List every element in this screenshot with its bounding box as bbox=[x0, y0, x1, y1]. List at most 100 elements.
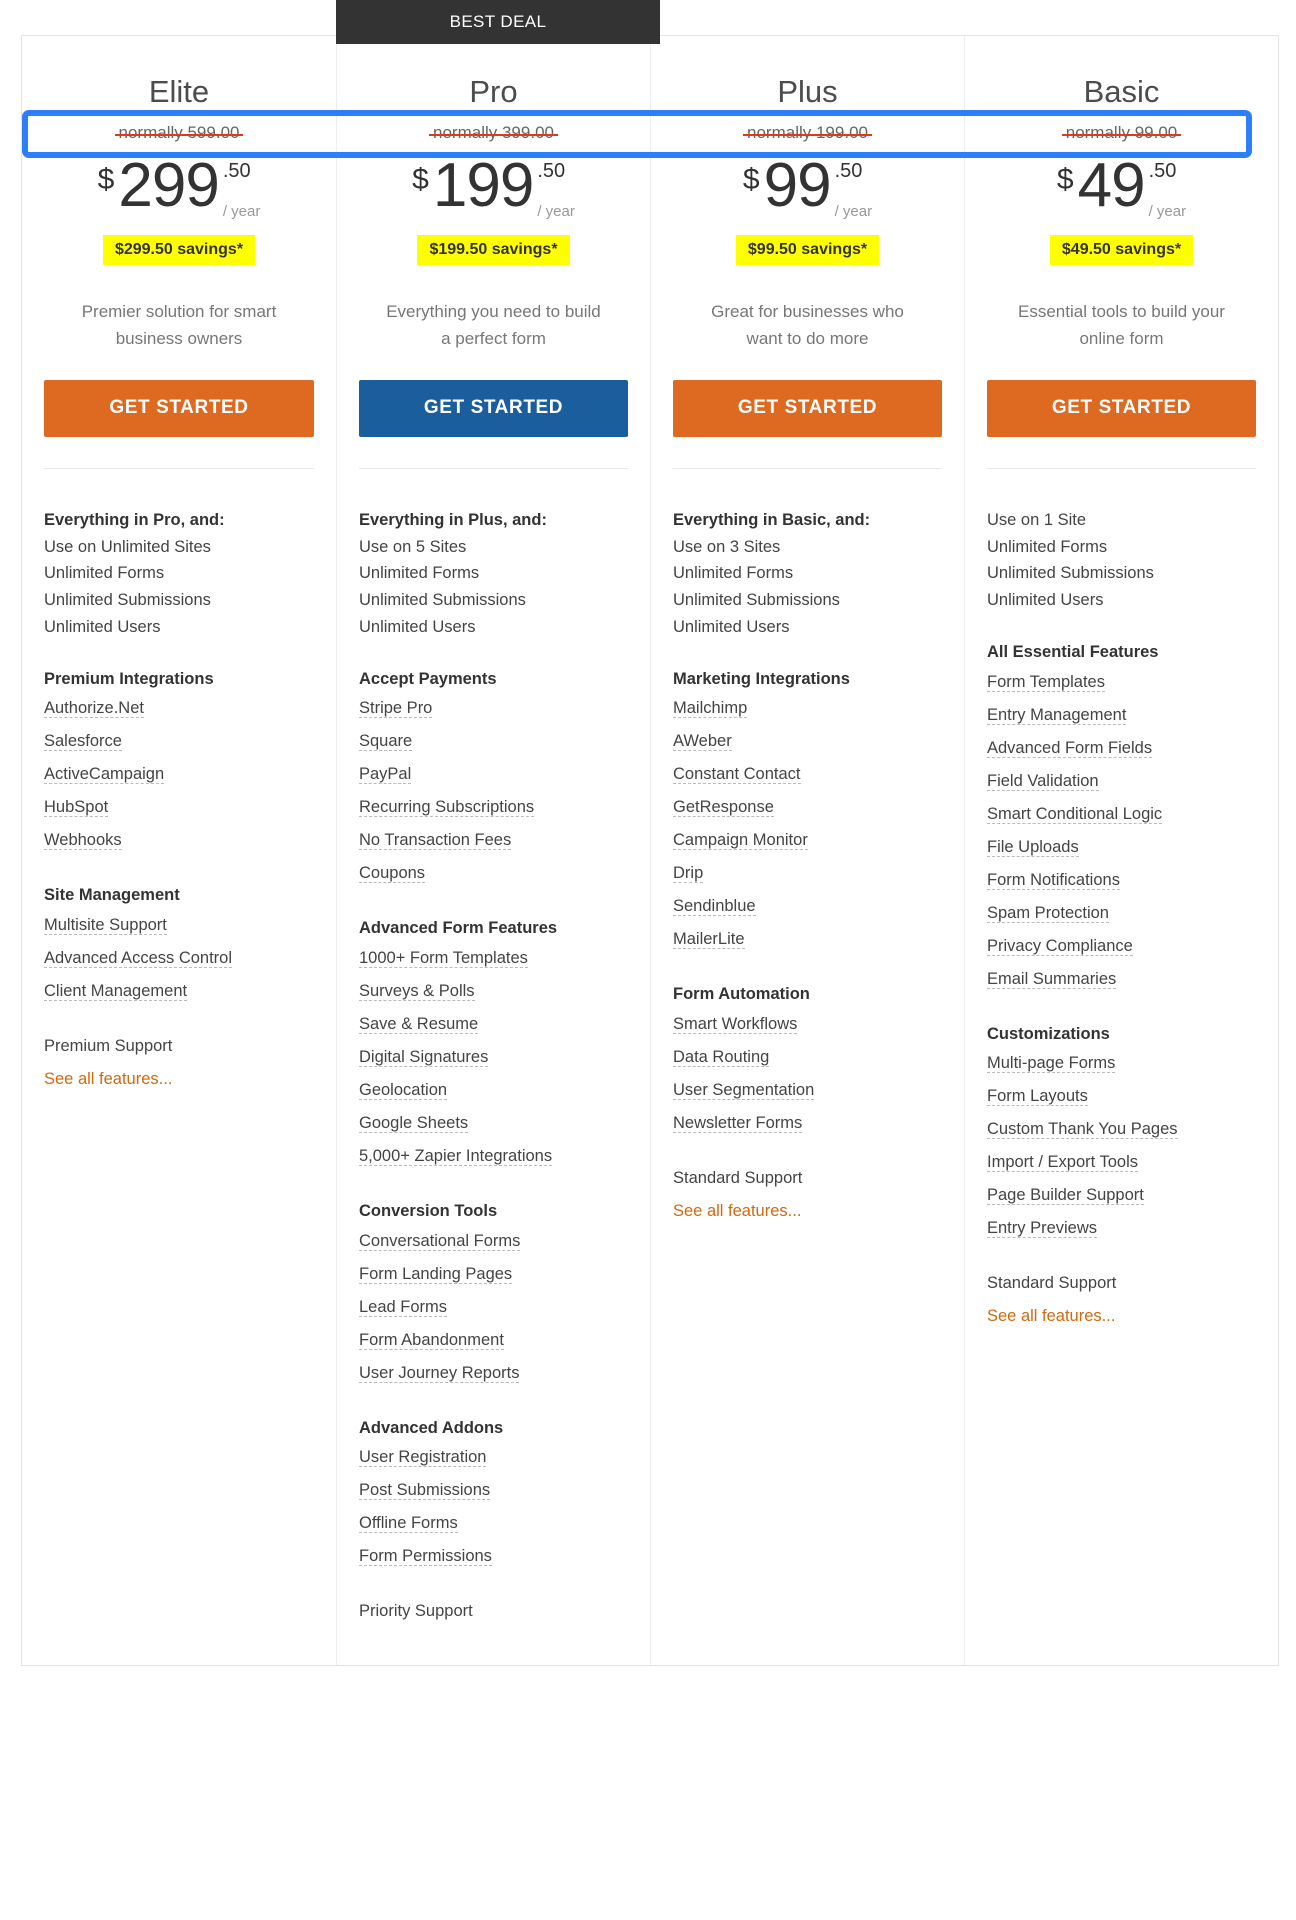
feature-item-tooltip[interactable]: Advanced Form Fields bbox=[987, 732, 1256, 765]
feature-item-tooltip[interactable]: Entry Management bbox=[987, 699, 1256, 732]
feature-item-tooltip[interactable]: Mailchimp bbox=[673, 692, 942, 725]
feature-item-label[interactable]: Google Sheets bbox=[359, 1114, 469, 1133]
feature-item-label[interactable]: Entry Previews bbox=[987, 1219, 1098, 1239]
feature-item-tooltip[interactable]: Form Permissions bbox=[359, 1540, 628, 1573]
feature-item-label[interactable]: Conversational Forms bbox=[359, 1231, 521, 1251]
feature-item-tooltip[interactable]: Authorize.Net bbox=[44, 692, 314, 725]
feature-item-label[interactable]: Geolocation bbox=[359, 1081, 448, 1100]
feature-item-tooltip[interactable]: Constant Contact bbox=[673, 758, 942, 791]
feature-item-tooltip[interactable]: Lead Forms bbox=[359, 1291, 628, 1324]
feature-item-label[interactable]: Advanced Access Control bbox=[44, 949, 233, 968]
feature-item-label[interactable]: User Registration bbox=[359, 1448, 487, 1468]
feature-item-tooltip[interactable]: Privacy Compliance bbox=[987, 930, 1256, 963]
see-all-features-link[interactable]: See all features... bbox=[673, 1202, 801, 1221]
feature-item-label[interactable]: Square bbox=[359, 732, 413, 752]
feature-item-tooltip[interactable]: 1000+ Form Templates bbox=[359, 942, 628, 975]
feature-item-label[interactable]: Form Notifications bbox=[987, 870, 1120, 890]
feature-item-tooltip[interactable]: Surveys & Polls bbox=[359, 975, 628, 1008]
feature-item-label[interactable]: GetResponse bbox=[673, 798, 774, 818]
feature-item-label[interactable]: Stripe Pro bbox=[359, 699, 433, 719]
feature-item-tooltip[interactable]: Campaign Monitor bbox=[673, 824, 942, 857]
feature-item-label[interactable]: Smart Workflows bbox=[673, 1015, 798, 1034]
feature-item-label[interactable]: Multi-page Forms bbox=[987, 1054, 1116, 1074]
feature-item-tooltip[interactable]: Form Abandonment bbox=[359, 1324, 628, 1357]
feature-item-tooltip[interactable]: 5,000+ Zapier Integrations bbox=[359, 1140, 628, 1173]
feature-item-tooltip[interactable]: AWeber bbox=[673, 725, 942, 758]
feature-item-tooltip[interactable]: Offline Forms bbox=[359, 1507, 628, 1540]
feature-item-tooltip[interactable]: Geolocation bbox=[359, 1074, 628, 1107]
feature-item-tooltip[interactable]: Form Templates bbox=[987, 666, 1256, 699]
feature-item-label[interactable]: Drip bbox=[673, 864, 704, 884]
feature-item-tooltip[interactable]: Field Validation bbox=[987, 765, 1256, 798]
feature-item-label[interactable]: Lead Forms bbox=[359, 1297, 448, 1317]
feature-item-label[interactable]: ActiveCampaign bbox=[44, 765, 165, 785]
feature-item-label[interactable]: Smart Conditional Logic bbox=[987, 804, 1163, 824]
feature-item-label[interactable]: 1000+ Form Templates bbox=[359, 949, 528, 968]
feature-item-tooltip[interactable]: Form Layouts bbox=[987, 1080, 1256, 1113]
feature-item-label[interactable]: Form Templates bbox=[987, 672, 1105, 692]
feature-item-label[interactable]: MailerLite bbox=[673, 930, 745, 950]
feature-item-tooltip[interactable]: Post Submissions bbox=[359, 1474, 628, 1507]
feature-item-tooltip[interactable]: Save & Resume bbox=[359, 1008, 628, 1041]
feature-item-tooltip[interactable]: Form Notifications bbox=[987, 864, 1256, 897]
feature-item-label[interactable]: Field Validation bbox=[987, 771, 1099, 791]
feature-item-label[interactable]: Import / Export Tools bbox=[987, 1153, 1139, 1173]
feature-item-tooltip[interactable]: Advanced Access Control bbox=[44, 942, 314, 975]
feature-item-tooltip[interactable]: Google Sheets bbox=[359, 1107, 628, 1140]
feature-item-label[interactable]: Form Landing Pages bbox=[359, 1264, 513, 1284]
feature-item-tooltip[interactable]: Salesforce bbox=[44, 725, 314, 758]
feature-item-tooltip[interactable]: Multisite Support bbox=[44, 909, 314, 942]
feature-item-label[interactable]: Webhooks bbox=[44, 831, 122, 851]
feature-item-tooltip[interactable]: File Uploads bbox=[987, 831, 1256, 864]
feature-item-tooltip[interactable]: Smart Conditional Logic bbox=[987, 798, 1256, 831]
feature-item-tooltip[interactable]: User Journey Reports bbox=[359, 1357, 628, 1390]
feature-item-label[interactable]: Form Permissions bbox=[359, 1547, 492, 1567]
see-all-features-link[interactable]: See all features... bbox=[44, 1070, 172, 1089]
feature-item-label[interactable]: Form Layouts bbox=[987, 1087, 1088, 1107]
feature-item-tooltip[interactable]: PayPal bbox=[359, 758, 628, 791]
feature-item-label[interactable]: Data Routing bbox=[673, 1048, 770, 1067]
feature-item-tooltip[interactable]: Recurring Subscriptions bbox=[359, 791, 628, 824]
feature-item-label[interactable]: Salesforce bbox=[44, 732, 122, 752]
feature-item-label[interactable]: PayPal bbox=[359, 765, 412, 785]
feature-item-tooltip[interactable]: Stripe Pro bbox=[359, 692, 628, 725]
feature-item-tooltip[interactable]: Data Routing bbox=[673, 1041, 942, 1074]
feature-item-tooltip[interactable]: User Segmentation bbox=[673, 1074, 942, 1107]
feature-item-label[interactable]: HubSpot bbox=[44, 798, 109, 818]
feature-item-tooltip[interactable]: Square bbox=[359, 725, 628, 758]
feature-item-label[interactable]: Email Summaries bbox=[987, 969, 1117, 989]
feature-item-label[interactable]: Post Submissions bbox=[359, 1481, 491, 1501]
feature-item-tooltip[interactable]: Spam Protection bbox=[987, 897, 1256, 930]
feature-item-tooltip[interactable]: No Transaction Fees bbox=[359, 824, 628, 857]
feature-item-label[interactable]: Spam Protection bbox=[987, 903, 1109, 923]
feature-item-tooltip[interactable]: Drip bbox=[673, 857, 942, 890]
feature-item-tooltip[interactable]: Webhooks bbox=[44, 824, 314, 857]
get-started-button[interactable]: GET STARTED bbox=[44, 379, 314, 437]
get-started-button[interactable]: GET STARTED bbox=[359, 379, 628, 437]
feature-item-tooltip[interactable]: Form Landing Pages bbox=[359, 1258, 628, 1291]
feature-item-label[interactable]: Campaign Monitor bbox=[673, 831, 808, 851]
get-started-button[interactable]: GET STARTED bbox=[673, 379, 942, 437]
feature-item-tooltip[interactable]: Email Summaries bbox=[987, 963, 1256, 996]
feature-item-label[interactable]: File Uploads bbox=[987, 837, 1079, 857]
feature-item-label[interactable]: Constant Contact bbox=[673, 765, 801, 785]
feature-item-tooltip[interactable]: Entry Previews bbox=[987, 1212, 1256, 1245]
feature-item-tooltip[interactable]: User Registration bbox=[359, 1441, 628, 1474]
feature-item-tooltip[interactable]: Client Management bbox=[44, 975, 314, 1008]
feature-item-label[interactable]: Entry Management bbox=[987, 705, 1127, 725]
feature-item-label[interactable]: Form Abandonment bbox=[359, 1330, 504, 1350]
feature-item-label[interactable]: 5,000+ Zapier Integrations bbox=[359, 1147, 553, 1166]
feature-item-tooltip[interactable]: Conversational Forms bbox=[359, 1225, 628, 1258]
feature-item-label[interactable]: User Segmentation bbox=[673, 1081, 815, 1100]
feature-item-tooltip[interactable]: Coupons bbox=[359, 857, 628, 890]
feature-item-tooltip[interactable]: GetResponse bbox=[673, 791, 942, 824]
feature-item-tooltip[interactable]: Import / Export Tools bbox=[987, 1146, 1256, 1179]
feature-item-label[interactable]: AWeber bbox=[673, 732, 732, 752]
feature-item-label[interactable]: No Transaction Fees bbox=[359, 831, 512, 851]
feature-item-label[interactable]: Multisite Support bbox=[44, 916, 167, 935]
feature-item-label[interactable]: Page Builder Support bbox=[987, 1186, 1144, 1206]
feature-item-tooltip[interactable]: ActiveCampaign bbox=[44, 758, 314, 791]
feature-item-tooltip[interactable]: Custom Thank You Pages bbox=[987, 1113, 1256, 1146]
feature-item-label[interactable]: Custom Thank You Pages bbox=[987, 1120, 1178, 1140]
feature-item-label[interactable]: Newsletter Forms bbox=[673, 1114, 803, 1133]
